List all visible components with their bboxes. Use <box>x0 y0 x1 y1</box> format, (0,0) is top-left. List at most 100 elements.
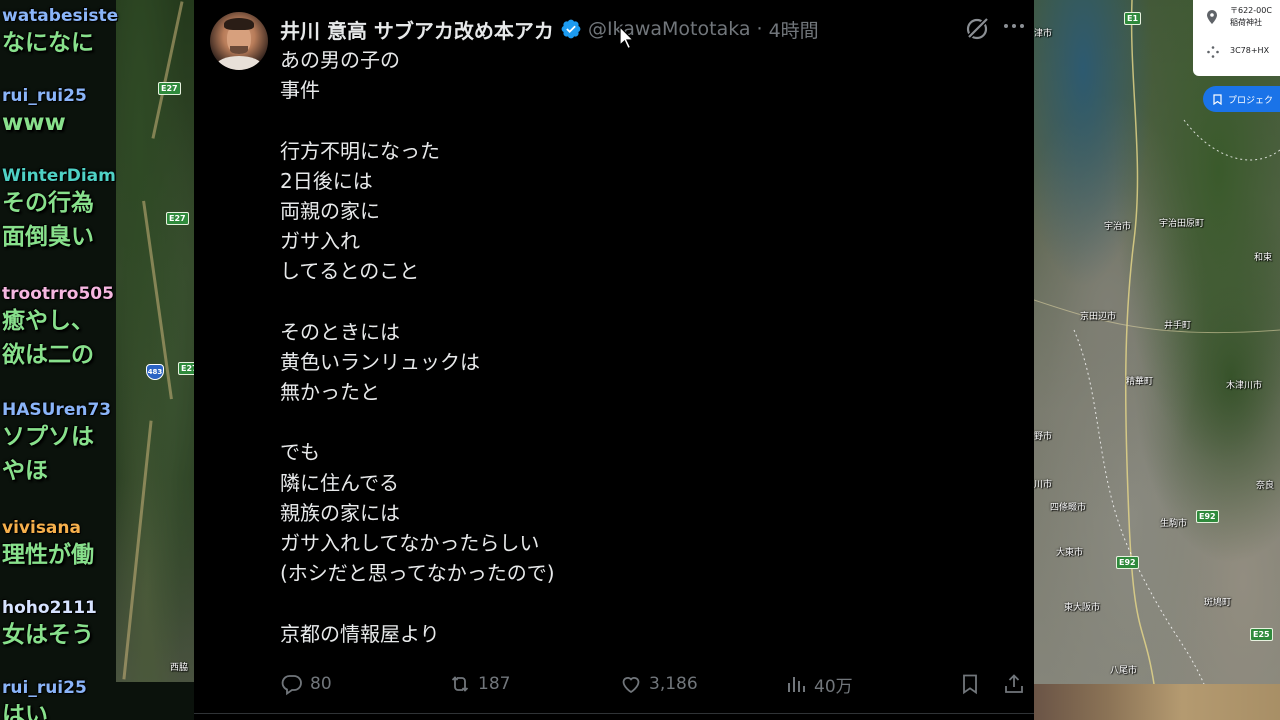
tweet-line <box>280 407 980 437</box>
tweet-line: 隣に住んでる <box>280 470 399 495</box>
views-button[interactable]: 40万 <box>784 668 853 700</box>
map-route-badge: E25 <box>1250 628 1273 641</box>
share-icon <box>1005 674 1023 693</box>
chat-message: trootrro505 癒やし、 欲は二の <box>2 284 114 372</box>
user-handle[interactable]: @IkawaMototaka <box>588 18 751 40</box>
tweet-line: でも <box>280 440 320 465</box>
map-place-label: 野市 <box>1034 432 1053 442</box>
tweet-line: 事件 <box>280 78 320 103</box>
chat-message: hoho2111 女はそう <box>2 598 97 652</box>
map-place-label: 西脇 <box>170 663 189 673</box>
avatar[interactable] <box>210 12 268 70</box>
map-address: 〒622-00C 稲荷神社 <box>1230 5 1272 29</box>
location-pin-icon <box>1207 10 1217 24</box>
tweet-line: してるとのこと <box>280 259 420 284</box>
map-address-line: 稲荷神社 <box>1230 18 1262 27</box>
tweet-actions: 80 187 3,186 40万 <box>280 668 1030 700</box>
bookmark-icon <box>1213 93 1222 105</box>
reply-button[interactable]: 80 <box>280 668 332 700</box>
map-place-label: 大東市 <box>1056 548 1084 558</box>
map-route-shield: 483 <box>146 364 164 380</box>
tweet-line: そのときには <box>280 319 400 344</box>
tweet-line <box>280 588 980 618</box>
map-route-badge: E1 <box>1124 12 1142 25</box>
chat-text: 理性が働 <box>2 542 94 568</box>
chat-text: やほ <box>2 458 48 484</box>
repost-count: 187 <box>478 674 511 694</box>
chat-text: 欲は二の <box>2 342 94 368</box>
chat-username: WinterDiam <box>2 166 116 186</box>
tweet-line: 両親の家に <box>280 198 380 223</box>
map-place-label: 八尾市 <box>1110 666 1138 676</box>
tweet-line: 2日後には <box>280 168 373 193</box>
separator: · <box>756 18 763 40</box>
map-place-label: 東大阪市 <box>1064 603 1101 613</box>
map-route-badge: E27 <box>166 212 189 225</box>
tweet-header: 井川 意高 サブアカ改め本アカ @IkawaMototaka · 4時間 <box>280 14 819 44</box>
tweet-line <box>280 105 980 135</box>
plus-code: 3C78+HX <box>1230 46 1270 55</box>
chat-message: watabesiste なになに <box>2 6 118 60</box>
tweet-line: 親族の家には <box>280 500 400 525</box>
chat-username: rui_rui25 <box>2 86 87 106</box>
map-place-label: 精華町 <box>1126 377 1154 387</box>
tweet-line: 京都の情報屋より <box>280 621 440 646</box>
project-button[interactable]: プロジェク <box>1203 86 1280 112</box>
grok-icon[interactable] <box>964 16 990 42</box>
chat-message: rui_rui25 www <box>2 86 87 140</box>
map-place-label: 津市 <box>1034 29 1053 39</box>
map-place-label: 京田辺市 <box>1080 312 1117 322</box>
repost-button[interactable]: 187 <box>448 668 510 700</box>
tweet-card: 井川 意高 サブアカ改め本アカ @IkawaMototaka · 4時間 あの男… <box>194 0 1034 720</box>
view-count: 40万 <box>814 676 853 697</box>
reply-count: 80 <box>310 674 332 694</box>
repost-icon <box>451 676 469 692</box>
chat-message: rui_rui25 はい <box>2 678 87 720</box>
map-route-badge: E92 <box>1116 556 1139 569</box>
map-place-info-card[interactable]: 〒622-00C 稲荷神社 3C78+HX <box>1193 0 1280 76</box>
map-address-line: 〒622-00C <box>1230 6 1272 15</box>
map-place-label: 木津川市 <box>1226 381 1263 391</box>
tweet-text: あの男の子の 事件 行方不明になった 2日後には 両親の家に ガサ入れ してると… <box>280 45 980 649</box>
map-place-label: 宇治市 <box>1104 222 1132 232</box>
heart-icon <box>622 677 640 694</box>
left-satellite-map: E27 E27 E27 483 西脇 <box>116 0 201 682</box>
plus-code-icon <box>1207 46 1219 58</box>
chat-message: WinterDiam その行為 面倒臭い <box>2 166 116 254</box>
chat-text: はい <box>2 702 48 720</box>
map-place-label: 川市 <box>1034 480 1053 490</box>
chat-message: HASUren73 ソプソは やほ <box>2 400 111 488</box>
tweet-line: 黄色いランリュックは <box>280 349 480 374</box>
share-button[interactable] <box>1002 668 1026 700</box>
tweet-line: ガサ入れ <box>280 229 360 254</box>
verified-badge-icon <box>561 19 581 39</box>
chat-username: HASUren73 <box>2 400 112 420</box>
more-options-icon[interactable] <box>1004 24 1028 32</box>
chat-username: watabesiste <box>2 6 119 26</box>
display-name[interactable]: 井川 意高 サブアカ改め本アカ <box>280 15 554 44</box>
tweet-line: 行方不明になった <box>280 138 440 163</box>
chat-text: 女はそう <box>2 622 94 648</box>
chat-text: 面倒臭い <box>2 224 94 250</box>
map-strip <box>1034 684 1280 720</box>
map-place-label: 生駒市 <box>1160 519 1188 529</box>
mouse-cursor-icon <box>619 26 635 50</box>
chat-username: trootrro505 <box>2 284 114 304</box>
tweet-line: (ホシだと思ってなかったので) <box>280 561 555 586</box>
bookmark-button[interactable] <box>958 668 982 700</box>
map-route-badge: E27 <box>158 82 181 95</box>
views-chart-icon <box>788 677 805 692</box>
like-count: 3,186 <box>649 674 698 694</box>
chat-username: hoho2111 <box>2 598 97 618</box>
like-button[interactable]: 3,186 <box>619 668 698 700</box>
project-button-label: プロジェク <box>1228 95 1274 106</box>
chat-username: vivisana <box>2 518 81 538</box>
tweet-line: 無かったと <box>280 380 380 405</box>
tweet-line <box>280 287 980 317</box>
chat-text: ソプソは <box>2 424 94 450</box>
reply-icon <box>281 675 302 696</box>
tweet-timestamp[interactable]: 4時間 <box>769 16 819 43</box>
chat-username: rui_rui25 <box>2 678 87 698</box>
map-place-label: 宇治田原町 <box>1159 219 1205 229</box>
map-gap <box>116 682 194 720</box>
